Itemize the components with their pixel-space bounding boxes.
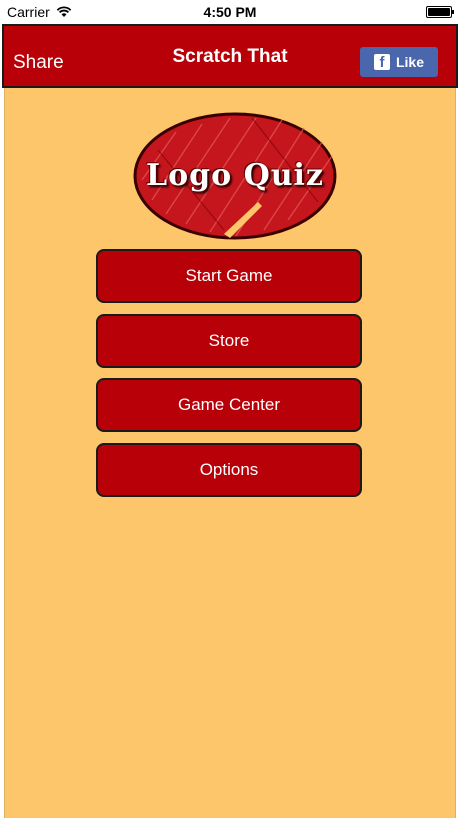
store-button[interactable]: Store [96,314,362,368]
like-label: Like [395,54,424,70]
logo-quiz-logo: Logo Quiz [132,110,338,242]
battery-icon [426,6,454,18]
start-game-button[interactable]: Start Game [96,249,362,303]
game-center-button[interactable]: Game Center [96,378,362,432]
status-bar: Carrier 4:50 PM [0,0,460,24]
status-time: 4:50 PM [203,4,257,20]
options-button[interactable]: Options [96,443,362,497]
navigation-bar: Share Scratch That f Like [2,24,458,88]
facebook-icon: f [373,54,390,70]
logo-text: Logo Quiz [146,158,324,193]
facebook-like-button[interactable]: f Like [360,47,438,77]
